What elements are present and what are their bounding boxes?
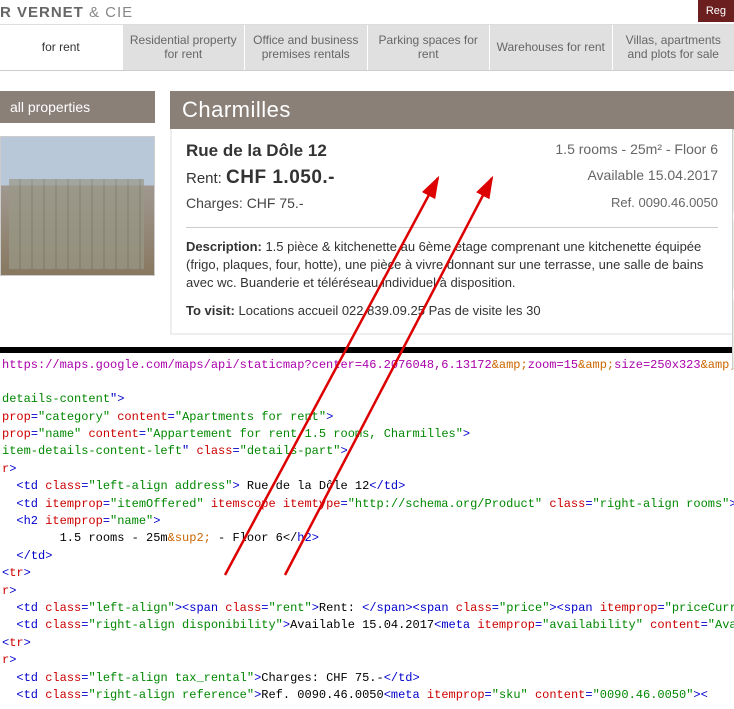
rooms-summary: 1.5 rooms - 25m² - Floor 6 [555, 141, 718, 161]
listing-card: Rue de la Dôle 12 1.5 rooms - 25m² - Flo… [170, 129, 734, 335]
rent: Rent: CHF 1.050.- [186, 167, 335, 189]
separator [186, 227, 718, 228]
main-nav: for rent Residential property for rent O… [0, 25, 734, 71]
property-photo [0, 136, 155, 276]
to-visit: To visit: Locations accueil 022.839.09.2… [186, 302, 718, 320]
nav-villas[interactable]: Villas, apartments and plots for sale [613, 25, 734, 70]
description: Description: 1.5 pièce & kitchenette au … [186, 238, 718, 293]
visit-text: Locations accueil 022.839.09.25 Pas de v… [235, 303, 541, 318]
desc-label: Description: [186, 239, 262, 254]
nav-warehouses[interactable]: Warehouses for rent [490, 25, 613, 70]
code-url: https://maps.google.com/maps/api/staticm… [2, 358, 734, 372]
availability: Available 15.04.2017 [587, 167, 718, 189]
nav-parking[interactable]: Parking spaces for rent [368, 25, 491, 70]
district-title: Charmilles [170, 91, 734, 129]
rent-value: CHF 1.050.- [226, 167, 335, 188]
rent-label: Rent: [186, 170, 226, 187]
address: Rue de la Dôle 12 [186, 141, 327, 161]
nav-for-rent[interactable]: for rent [0, 25, 123, 70]
charges: Charges: CHF 75.- [186, 195, 303, 211]
source-code-panel: https://maps.google.com/maps/api/staticm… [0, 347, 734, 707]
logo-bold: R VERNET [0, 4, 84, 21]
register-button[interactable]: Reg [698, 0, 734, 22]
nav-residential[interactable]: Residential property for rent [123, 25, 246, 70]
header: R VERNET & CIE Reg [0, 0, 734, 25]
nav-office[interactable]: Office and business premises rentals [245, 25, 368, 70]
back-all-properties[interactable]: all properties [0, 91, 155, 123]
logo-light: & CIE [84, 4, 133, 21]
desc-text: 1.5 pièce & kitchenette au 6ème étage co… [186, 239, 703, 290]
visit-label: To visit: [186, 303, 235, 318]
logo: R VERNET & CIE [0, 4, 133, 21]
reference: Ref. 0090.46.0050 [611, 195, 718, 211]
